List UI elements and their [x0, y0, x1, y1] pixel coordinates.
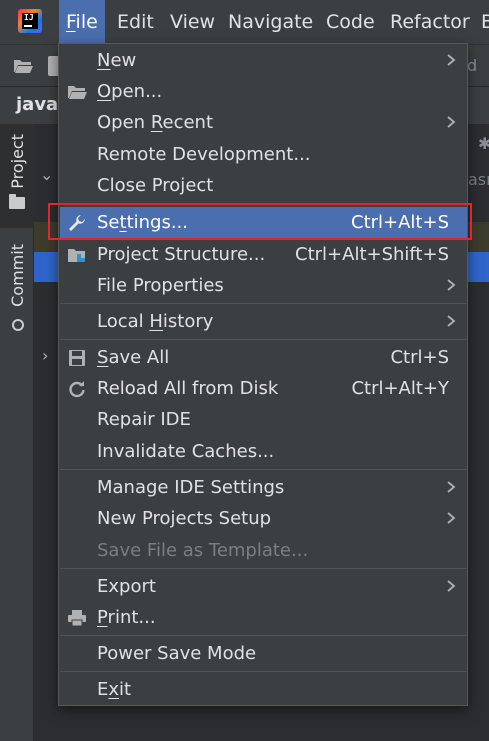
menu-separator	[60, 635, 467, 636]
chevron-right-icon	[447, 315, 456, 327]
menu-item-label: Manage IDE Settings	[97, 477, 285, 498]
chevron-down-icon[interactable]: ⌄	[40, 165, 53, 184]
menu-refactor[interactable]: Refactor	[390, 0, 470, 44]
menu-item-save-file-as-template: Save File as Template...	[60, 535, 467, 566]
chevron-right-icon	[447, 116, 456, 128]
project-tool-tab[interactable]: Project	[0, 134, 34, 209]
menu-separator	[60, 303, 467, 304]
chevron-right-icon	[447, 54, 456, 66]
menu-item-repair-ide[interactable]: Repair IDE	[60, 404, 467, 435]
menu-item-open-recent[interactable]: Open Recent	[60, 107, 467, 138]
menu-item-label: Repair IDE	[97, 409, 191, 430]
menu-item-label: Export	[97, 576, 156, 597]
tree-row-selected[interactable]	[34, 252, 60, 282]
menu-item-power-save-mode[interactable]: Power Save Mode	[60, 638, 467, 669]
folder-open-icon	[66, 81, 88, 103]
chevron-right-icon	[447, 512, 456, 524]
intellij-logo-icon: IJ	[18, 9, 42, 33]
menu-item-invalidate-caches[interactable]: Invalidate Caches...	[60, 436, 467, 467]
menu-item-project-structure[interactable]: Project Structure... Ctrl+Alt+Shift+S	[60, 239, 467, 270]
menu-item-label: Save All	[97, 347, 170, 368]
menu-edit[interactable]: Edit	[117, 0, 154, 44]
menu-item-label: Settings...	[97, 212, 188, 233]
menu-navigate[interactable]: Navigate	[228, 0, 313, 44]
commit-icon	[8, 315, 26, 333]
menu-file[interactable]: File	[59, 0, 105, 44]
tree-row-highlight	[34, 222, 60, 252]
menu-item-new[interactable]: New	[60, 45, 467, 76]
chevron-right-icon[interactable]: ›	[42, 346, 48, 365]
menu-item-open[interactable]: Open...	[60, 76, 467, 107]
menu-item-shortcut: Ctrl+Alt+Shift+S	[295, 244, 449, 265]
menu-item-print[interactable]: Print...	[60, 602, 467, 633]
tree-row-selected-right[interactable]	[466, 252, 489, 282]
menu-item-label: Open...	[97, 81, 163, 102]
menu-item-export[interactable]: Export	[60, 571, 467, 602]
menu-item-label: Print...	[97, 607, 156, 628]
menu-item-close-project[interactable]: Close Project	[60, 170, 467, 201]
menu-separator	[60, 671, 467, 672]
menu-item-local-history[interactable]: Local History	[60, 306, 467, 337]
menu-build[interactable]: B	[481, 0, 489, 44]
gear-icon[interactable]: ✱	[478, 134, 489, 153]
file-menu-dropdown: New Open... Open Recent Remote Developme…	[58, 43, 468, 706]
tree-text-fragment: asro	[468, 170, 489, 189]
menu-item-label: Project Structure...	[97, 244, 266, 265]
commit-tool-tab[interactable]: Commit	[0, 244, 34, 333]
menu-separator	[60, 339, 467, 340]
menu-item-label: Save File as Template...	[97, 540, 309, 561]
tree-row-highlight-right	[466, 222, 489, 252]
menu-item-label: Close Project	[97, 175, 214, 196]
menu-item-label: New Projects Setup	[97, 508, 272, 529]
chevron-right-icon	[447, 279, 456, 291]
menu-item-label: New	[97, 50, 137, 71]
menu-item-shortcut: Ctrl+Alt+S	[351, 212, 449, 233]
menu-separator	[60, 469, 467, 470]
commit-tab-label: Commit	[7, 244, 27, 307]
menu-item-new-projects-setup[interactable]: New Projects Setup	[60, 503, 467, 534]
menu-separator	[60, 204, 467, 205]
menu-item-label: Remote Development...	[97, 144, 311, 165]
folder-icon	[9, 193, 25, 209]
menu-item-remote-development[interactable]: Remote Development...	[60, 139, 467, 170]
menu-code[interactable]: Code	[326, 0, 375, 44]
menu-item-shortcut: Ctrl+S	[390, 347, 449, 368]
menu-item-label: Open Recent	[97, 112, 214, 133]
menu-item-label: Reload All from Disk	[97, 378, 279, 399]
menu-item-exit[interactable]: Exit	[60, 674, 467, 705]
chevron-right-icon	[447, 580, 456, 592]
wrench-icon	[66, 212, 88, 234]
menu-item-save-all[interactable]: Save All Ctrl+S	[60, 342, 467, 373]
menu-item-file-properties[interactable]: File Properties	[60, 270, 467, 301]
menu-view[interactable]: View	[170, 0, 215, 44]
save-icon	[66, 347, 88, 369]
reload-icon	[66, 378, 88, 400]
project-tab-label: Project	[7, 134, 27, 189]
menu-item-label: Local History	[97, 311, 214, 332]
menu-item-settings[interactable]: Settings... Ctrl+Alt+S	[60, 207, 467, 238]
menu-separator	[60, 568, 467, 569]
chevron-right-icon	[447, 481, 456, 493]
menu-item-manage-ide-settings[interactable]: Manage IDE Settings	[60, 472, 467, 503]
toolbar-config-fragment[interactable]: d	[467, 52, 487, 80]
open-folder-icon[interactable]	[13, 58, 33, 74]
menu-item-label: Exit	[97, 679, 132, 700]
menu-item-label: Power Save Mode	[97, 643, 257, 664]
menu-item-reload-all[interactable]: Reload All from Disk Ctrl+Alt+Y	[60, 373, 467, 404]
printer-icon	[66, 607, 88, 629]
project-structure-icon	[66, 244, 88, 266]
menu-item-label: File Properties	[97, 275, 224, 296]
menu-item-label: Invalidate Caches...	[97, 441, 275, 462]
menu-item-shortcut: Ctrl+Alt+Y	[351, 378, 449, 399]
